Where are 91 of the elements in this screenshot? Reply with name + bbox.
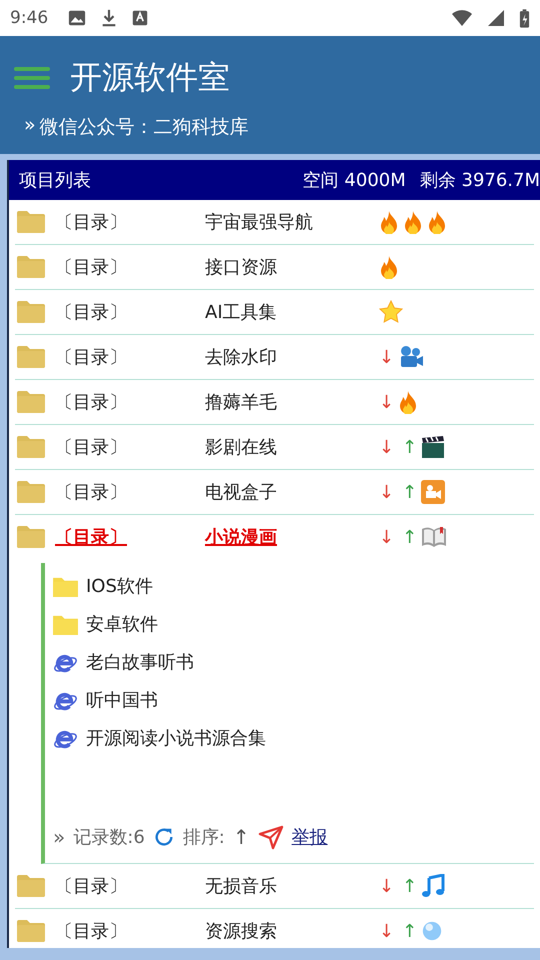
directory-name: 资源搜索 <box>205 920 278 943</box>
remaining-label: 剩余 3976.7M <box>420 169 540 192</box>
directory-tag: 〔目录〕 <box>55 345 205 369</box>
list-item[interactable]: 听中国书 <box>53 681 534 719</box>
item-name: 老白故事听书 <box>86 651 194 674</box>
down-arrow[interactable]: ↓ <box>379 346 394 368</box>
directory-tag: 〔目录〕 <box>55 480 205 504</box>
item-name: 开源阅读小说书源合集 <box>86 727 266 750</box>
video-camera-icon <box>421 480 446 504</box>
list-item[interactable]: 老白故事听书 <box>53 643 534 681</box>
fire-icon <box>427 210 447 234</box>
report-link[interactable]: 举报 <box>292 825 328 849</box>
directory-name: 小说漫画 <box>205 526 278 549</box>
down-arrow[interactable]: ↓ <box>379 482 394 502</box>
folder-icon <box>17 920 45 942</box>
folder-icon <box>17 436 45 458</box>
folder-icon <box>17 256 45 278</box>
directory-row[interactable]: 〔目录〕 影剧在线 ↓ ↑ <box>15 425 534 470</box>
send-icon <box>258 824 284 850</box>
fire-icon <box>379 210 399 234</box>
folder-icon <box>17 391 45 413</box>
down-arrow[interactable]: ↓ <box>379 876 394 896</box>
directory-name: 接口资源 <box>205 256 278 279</box>
list-item[interactable]: 开源阅读小说书源合集 <box>53 719 534 757</box>
directory-name: AI工具集 <box>205 301 278 324</box>
item-name: IOS软件 <box>86 575 153 598</box>
chevron-mark: » <box>24 114 36 138</box>
directory-name: 宇宙最强导航 <box>205 211 314 234</box>
directory-row[interactable]: 〔目录〕 接口资源 <box>15 245 534 290</box>
signal-icon <box>487 9 505 27</box>
folder-icon <box>17 346 45 368</box>
status-time: 9:46 <box>10 8 48 28</box>
directory-name: 影剧在线 <box>205 436 278 459</box>
record-count: 记录数:6 <box>73 826 145 849</box>
fire-icon <box>398 390 418 414</box>
subtitle: 微信公众号：二狗科技库 <box>40 115 249 140</box>
down-arrow[interactable]: ↓ <box>379 526 394 548</box>
directory-name: 电视盒子 <box>205 481 278 504</box>
directory-row[interactable]: 〔目录〕 资源搜索 ↓ ↑ <box>15 909 534 948</box>
directory-name: 去除水印 <box>205 346 278 369</box>
down-arrow[interactable]: ↓ <box>379 436 394 458</box>
folder-icon <box>17 526 45 548</box>
directory-tag: 〔目录〕 <box>55 210 205 234</box>
refresh-icon[interactable] <box>152 826 175 848</box>
music-note-icon <box>421 874 446 898</box>
list-item[interactable]: 安卓软件 <box>53 605 534 643</box>
directory-tag: 〔目录〕 <box>55 390 205 414</box>
directory-row[interactable]: 〔目录〕 宇宙最强导航 <box>15 200 534 245</box>
folder-icon <box>17 875 45 897</box>
clapperboard-icon <box>421 435 446 459</box>
directory-tag: 〔目录〕 <box>55 435 205 459</box>
movie-camera-icon <box>398 345 424 369</box>
down-arrow[interactable]: ↓ <box>379 392 394 412</box>
image-icon <box>68 9 86 27</box>
fire-icon <box>379 255 399 279</box>
directory-row[interactable]: 〔目录〕 AI工具集 <box>15 290 534 335</box>
space-label: 空间 4000M <box>302 169 406 192</box>
chevron-mark: » <box>53 825 66 849</box>
directory-row[interactable]: 〔目录〕 电视盒子 ↓ ↑ <box>15 470 534 515</box>
item-name: 安卓软件 <box>86 613 158 636</box>
directory-tag: 〔目录〕 <box>55 919 205 943</box>
down-arrow[interactable]: ↓ <box>379 920 394 942</box>
directory-row[interactable]: 〔目录〕 撸薅羊毛 ↓ <box>15 380 534 425</box>
download-icon <box>100 9 118 27</box>
battery-icon <box>519 8 530 28</box>
star-icon <box>379 300 403 324</box>
folder-icon <box>53 614 78 634</box>
directory-tag: 〔目录〕 <box>55 255 205 279</box>
item-name: 听中国书 <box>86 689 158 712</box>
directory-row[interactable]: 〔目录〕 小说漫画 ↓ ↑ <box>15 515 534 559</box>
sort-label: 排序: <box>182 826 225 849</box>
folder-icon <box>53 576 78 596</box>
directory-tag: 〔目录〕 <box>55 300 205 324</box>
directory-tag: 〔目录〕 <box>55 874 205 898</box>
folder-icon <box>17 481 45 503</box>
folder-icon <box>17 211 45 233</box>
wifi-icon <box>451 9 473 27</box>
panel-title: 项目列表 <box>19 169 91 192</box>
directory-row[interactable]: 〔目录〕 无损音乐 ↓ ↑ <box>15 864 534 909</box>
directory-name: 无损音乐 <box>205 875 278 898</box>
globe-icon <box>421 920 444 942</box>
list-item[interactable]: IOS软件 <box>53 567 534 605</box>
app-title: 开源软件室 <box>70 57 230 98</box>
fire-icon <box>403 210 423 234</box>
directory-tag: 〔目录〕 <box>55 525 205 549</box>
folder-icon <box>17 301 45 323</box>
text-icon <box>132 10 148 26</box>
directory-name: 撸薅羊毛 <box>205 391 278 414</box>
book-icon <box>421 526 448 548</box>
directory-row[interactable]: 〔目录〕 去除水印 ↓ <box>15 335 534 380</box>
sort-arrow[interactable]: ↑ <box>232 825 250 849</box>
